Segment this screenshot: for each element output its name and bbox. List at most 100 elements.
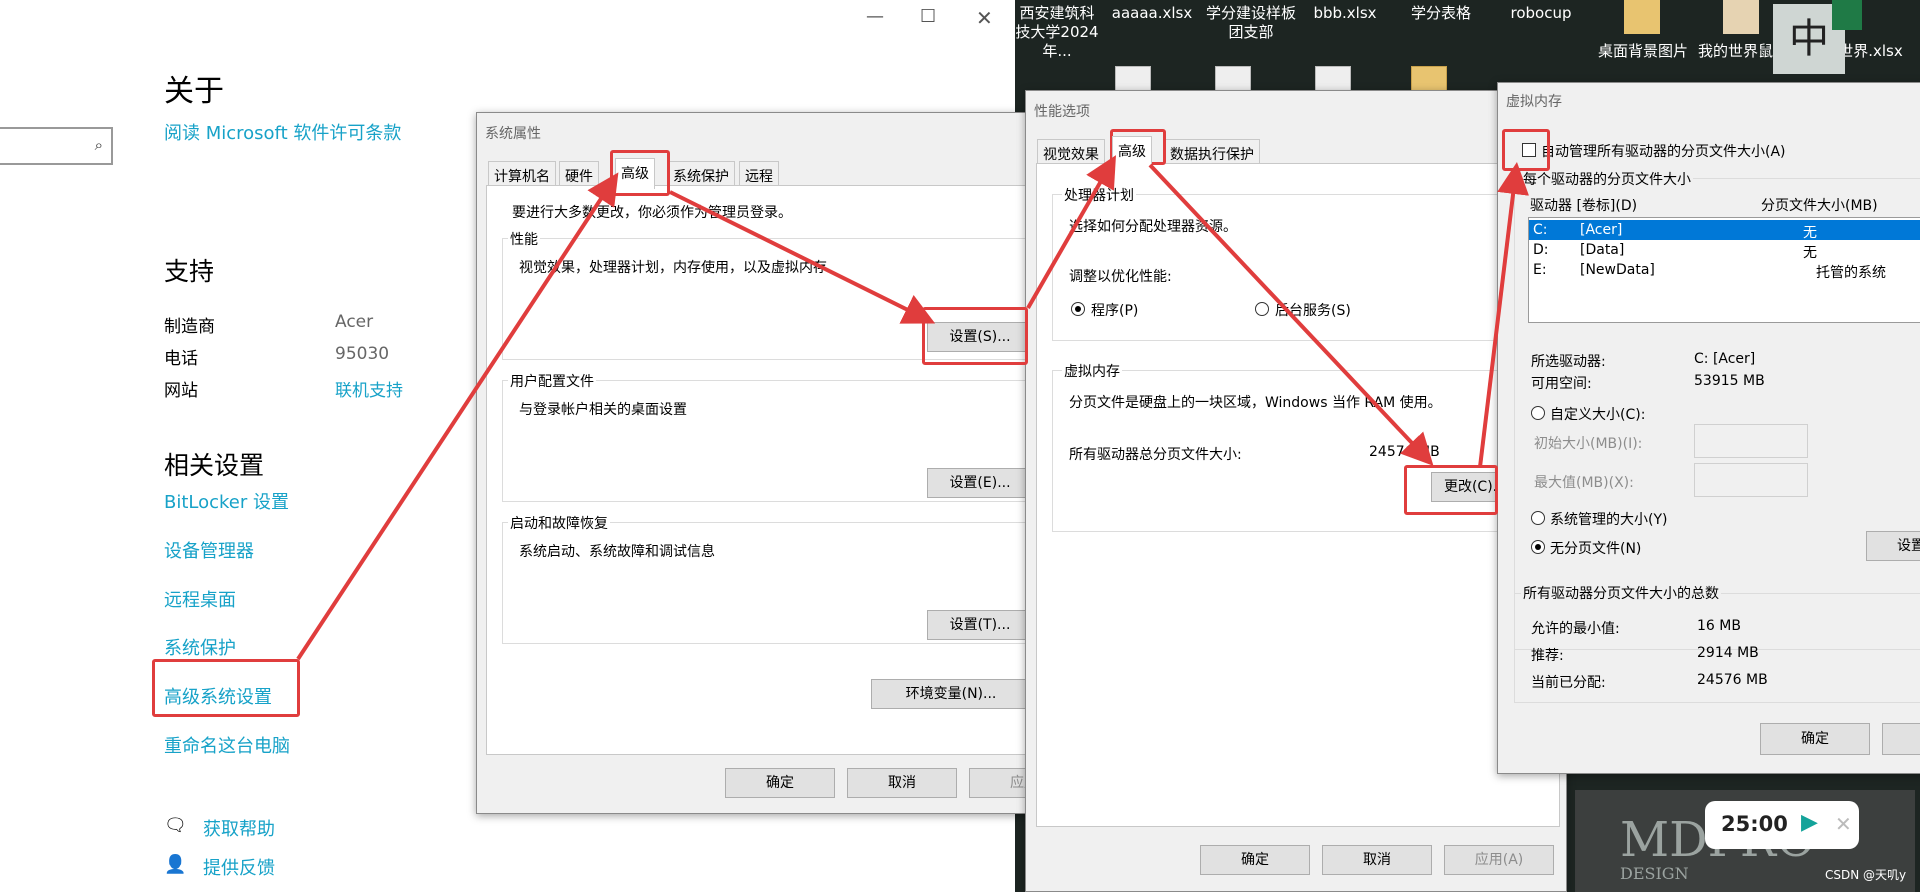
minimize-icon[interactable]: — — [866, 6, 884, 27]
support-title: 支持 — [164, 257, 215, 286]
ok-button[interactable]: 确定 — [1200, 845, 1310, 875]
selected-drive-value: C: [Acer] — [1694, 351, 1756, 367]
search-icon[interactable]: ⌕ — [95, 136, 103, 154]
programs-radio[interactable] — [1071, 302, 1085, 316]
tab-advanced[interactable]: 高级 — [615, 158, 655, 189]
desktop-icon-robocup[interactable]: robocup — [1505, 4, 1577, 23]
get-help-link[interactable]: 获取帮助 — [203, 815, 275, 841]
optimize-label: 调整以优化性能: — [1069, 269, 1172, 285]
manufacturer-value: Acer — [335, 312, 374, 332]
close-icon[interactable]: ✕ — [976, 6, 993, 30]
performance-desc: 视觉效果，处理器计划，内存使用，以及虚拟内存 — [519, 260, 827, 276]
auto-manage-label: 自动管理所有驱动器的分页文件大小(A) — [1541, 144, 1786, 160]
csdn-credit: CSDN @天叽y — [1825, 868, 1907, 882]
excel-icon — [1832, 0, 1862, 30]
highlight-performance-settings — [922, 307, 1028, 365]
user-profiles-label: 用户配置文件 — [508, 371, 596, 391]
recommended-value: 2914 MB — [1697, 645, 1759, 661]
free-space-value: 53915 MB — [1694, 373, 1765, 389]
apply-button[interactable]: 应用(A) — [1444, 845, 1554, 875]
total-paging-value: 24576 MB — [1369, 444, 1440, 460]
desktop-icon-bbb[interactable]: bbb.xlsx — [1305, 4, 1385, 23]
currently-allocated-value: 24576 MB — [1697, 672, 1768, 688]
environment-variables-button[interactable]: 环境变量(N)... — [871, 679, 1031, 709]
system-protection-link[interactable]: 系统保护 — [164, 634, 236, 660]
folder-icon — [1624, 0, 1660, 34]
per-drive-label: 每个驱动器的分页文件大小 — [1521, 169, 1693, 189]
drive-letter[interactable]: C: — [1533, 222, 1548, 238]
virtual-memory-desc: 分页文件是硬盘上的一块区域，Windows 当作 RAM 使用。 — [1069, 395, 1442, 411]
cancel-button[interactable] — [1882, 723, 1920, 755]
drive-size: 无 — [1803, 225, 1817, 241]
total-paging-label: 所有驱动器总分页文件大小: — [1069, 447, 1242, 463]
initial-size-input[interactable] — [1694, 424, 1808, 458]
drive-label: [NewData] — [1580, 262, 1655, 278]
desktop-icon-aaaaa[interactable]: aaaaa.xlsx — [1107, 4, 1197, 23]
startup-recovery-settings-button[interactable]: 设置(T)... — [927, 610, 1033, 640]
feedback-icon: 👤 — [164, 854, 187, 875]
drive-list[interactable]: C: [Acer] 无 D: [Data] 无 E: [NewData] 托管的… — [1528, 217, 1920, 323]
timer-value: 25:00 — [1721, 812, 1788, 836]
desktop-icon-credits[interactable]: 学分表格 — [1405, 4, 1477, 23]
drive-size: 托管的系统 — [1816, 265, 1886, 281]
cancel-button[interactable]: 取消 — [1322, 845, 1432, 875]
highlight-advanced-settings-link — [152, 659, 300, 717]
background-services-radio-label: 后台服务(S) — [1275, 303, 1351, 319]
file-icon — [1723, 0, 1759, 34]
desktop-icon-wallpaper[interactable]: 桌面背景图片 — [1595, 42, 1691, 61]
no-paging-file-radio[interactable] — [1531, 540, 1545, 554]
online-support-link[interactable]: 联机支持 — [335, 376, 403, 401]
set-button[interactable]: 设置 — [1866, 531, 1920, 561]
custom-size-radio[interactable] — [1531, 406, 1545, 420]
min-allowed-value: 16 MB — [1697, 618, 1741, 634]
free-space-label: 可用空间: — [1531, 376, 1592, 392]
advanced-tab-panel: 要进行大多数更改，你必须作为管理员登录。 性能 视觉效果，处理器计划，内存使用，… — [486, 185, 1044, 755]
related-settings-title: 相关设置 — [164, 451, 265, 480]
currently-allocated-label: 当前已分配: — [1531, 675, 1606, 691]
user-profiles-desc: 与登录帐户相关的桌面设置 — [519, 402, 687, 418]
programs-radio-label: 程序(P) — [1091, 303, 1139, 319]
drive-letter[interactable]: E: — [1533, 262, 1547, 278]
highlight-change-button — [1404, 465, 1498, 515]
rename-pc-link[interactable]: 重命名这台电脑 — [164, 732, 290, 758]
performance-label: 性能 — [508, 229, 540, 249]
remote-desktop-link[interactable]: 远程桌面 — [164, 586, 236, 612]
user-profiles-settings-button[interactable]: 设置(E)... — [927, 468, 1033, 498]
dialog-title: 性能选项 — [1034, 104, 1090, 120]
maximize-icon[interactable]: ☐ — [920, 6, 936, 27]
drive-label: [Acer] — [1580, 222, 1623, 238]
license-link[interactable]: 阅读 Microsoft 软件许可条款 — [164, 119, 401, 145]
highlight-auto-manage-checkbox — [1502, 129, 1550, 171]
bitlocker-link[interactable]: BitLocker 设置 — [164, 488, 289, 514]
tab-advanced[interactable]: 高级 — [1112, 136, 1152, 167]
virtual-memory-label: 虚拟内存 — [1062, 361, 1122, 381]
cancel-button[interactable]: 取消 — [847, 768, 957, 798]
ok-button[interactable]: 确定 — [725, 768, 835, 798]
close-timer-icon[interactable]: ✕ — [1835, 812, 1852, 836]
system-managed-label: 系统管理的大小(Y) — [1550, 512, 1668, 528]
max-size-input[interactable] — [1694, 463, 1808, 497]
initial-size-label: 初始大小(MB)(I): — [1534, 436, 1643, 452]
background-services-radio[interactable] — [1255, 302, 1269, 316]
phone-value: 95030 — [335, 344, 390, 364]
desktop-icon-xauat[interactable]: 西安建筑科技大学2024年... — [1015, 4, 1099, 61]
desktop-icon-branch[interactable]: 学分建设样板团支部 — [1203, 4, 1299, 42]
play-icon[interactable]: ▶ — [1801, 810, 1818, 835]
drive-letter[interactable]: D: — [1533, 242, 1549, 258]
drive-size: 无 — [1803, 245, 1817, 261]
dialog-title: 系统属性 — [485, 126, 541, 142]
min-allowed-label: 允许的最小值: — [1531, 621, 1620, 637]
manufacturer-label: 制造商 — [164, 317, 215, 337]
size-column-header: 分页文件大小(MB) — [1761, 198, 1878, 214]
system-managed-radio[interactable] — [1531, 511, 1545, 525]
system-properties-dialog: 系统属性 计算机名 硬件 高级 系统保护 远程 要进行大多数更改，你必须作为管理… — [476, 112, 1079, 814]
search-input[interactable]: ⌕ — [0, 127, 113, 165]
device-manager-link[interactable]: 设备管理器 — [164, 537, 254, 563]
ok-button[interactable]: 确定 — [1760, 723, 1870, 755]
no-paging-file-label: 无分页文件(N) — [1550, 541, 1642, 557]
dialog-title: 虚拟内存 — [1506, 94, 1562, 110]
feedback-link[interactable]: 提供反馈 — [203, 854, 275, 880]
selected-drive-label: 所选驱动器: — [1531, 354, 1606, 370]
custom-size-label: 自定义大小(C): — [1550, 407, 1646, 423]
watermark-subtitle: DESIGN — [1620, 864, 1689, 883]
